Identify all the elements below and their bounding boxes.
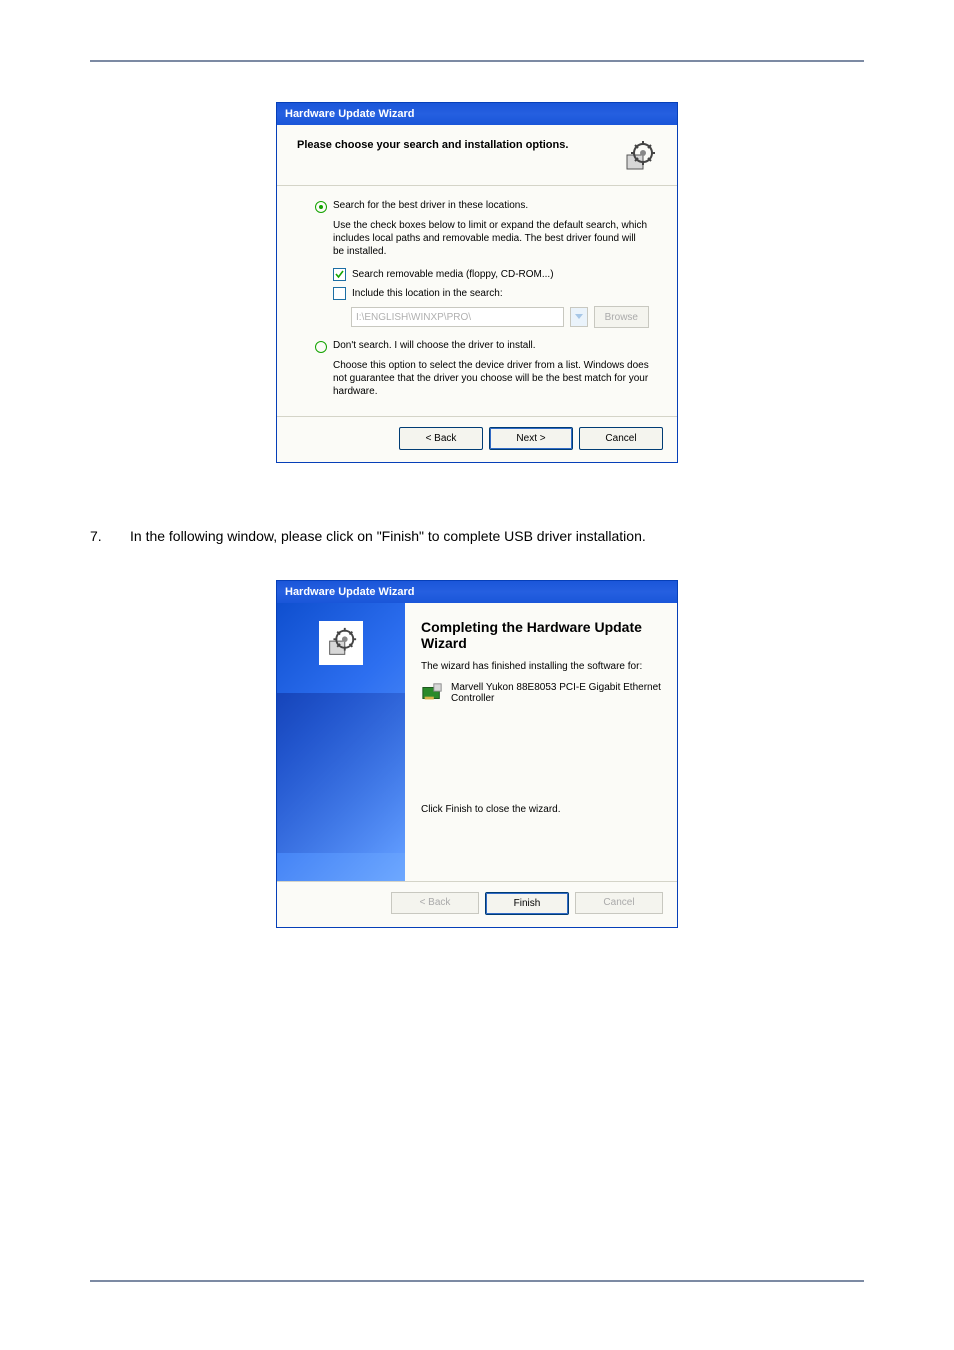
checkbox-include-label: Include this location in the search:: [352, 288, 503, 299]
radio-dont-search[interactable]: Don't search. I will choose the driver t…: [315, 340, 649, 353]
cancel-button[interactable]: Cancel: [579, 427, 663, 450]
gear-chip-icon: [324, 626, 358, 660]
search-best-description: Use the check boxes below to limit or ex…: [333, 219, 649, 258]
radio-search-best[interactable]: Search for the best driver in these loca…: [315, 200, 649, 213]
next-button[interactable]: Next >: [489, 427, 573, 450]
device-name: Marvell Yukon 88E8053 PCI-E Gigabit Ethe…: [451, 682, 661, 704]
checkbox-unchecked-icon: [333, 287, 346, 300]
top-rule: [90, 60, 864, 62]
step-text: In the following window, please click on…: [130, 523, 864, 550]
step-number: 7.: [90, 523, 130, 550]
back-button[interactable]: < Back: [399, 427, 483, 450]
radio-selected-icon: [315, 201, 327, 213]
wizard-heading: Please choose your search and installati…: [297, 139, 568, 151]
dropdown-arrow-icon: [570, 307, 588, 327]
browse-button: Browse: [594, 306, 649, 328]
cancel-button-disabled: Cancel: [575, 892, 663, 914]
radio-search-best-label: Search for the best driver in these loca…: [333, 200, 528, 211]
network-card-icon: [421, 682, 443, 704]
checkbox-checked-icon: [333, 268, 346, 281]
finish-button[interactable]: Finish: [485, 892, 569, 915]
radio-unselected-icon: [315, 341, 327, 353]
wizard-side-graphic: [277, 603, 405, 881]
wizard-completing: Hardware Update Wizard Completing the Ha…: [276, 580, 678, 928]
location-path-input: I:\ENGLISH\WINXP\PRO\: [351, 307, 564, 327]
wizard-titlebar: Hardware Update Wizard: [277, 103, 677, 125]
dont-search-description: Choose this option to select the device …: [333, 359, 649, 398]
wizard-search-options: Hardware Update Wizard Please choose you…: [276, 102, 678, 463]
checkbox-removable-label: Search removable media (floppy, CD-ROM..…: [352, 269, 554, 280]
wizard2-heading: Completing the Hardware Update Wizard: [421, 619, 661, 651]
wizard2-subtext: The wizard has finished installing the s…: [421, 661, 661, 672]
radio-dont-search-label: Don't search. I will choose the driver t…: [333, 340, 536, 351]
back-button-disabled: < Back: [391, 892, 479, 914]
checkbox-include-location[interactable]: Include this location in the search:: [333, 287, 649, 300]
gear-chip-icon: [621, 139, 657, 175]
checkbox-removable-media[interactable]: Search removable media (floppy, CD-ROM..…: [333, 268, 649, 281]
bottom-rule: [90, 1280, 864, 1282]
instruction-step-7: 7. In the following window, please click…: [90, 523, 864, 550]
wizard2-titlebar: Hardware Update Wizard: [277, 581, 677, 603]
close-hint: Click Finish to close the wizard.: [421, 804, 661, 815]
